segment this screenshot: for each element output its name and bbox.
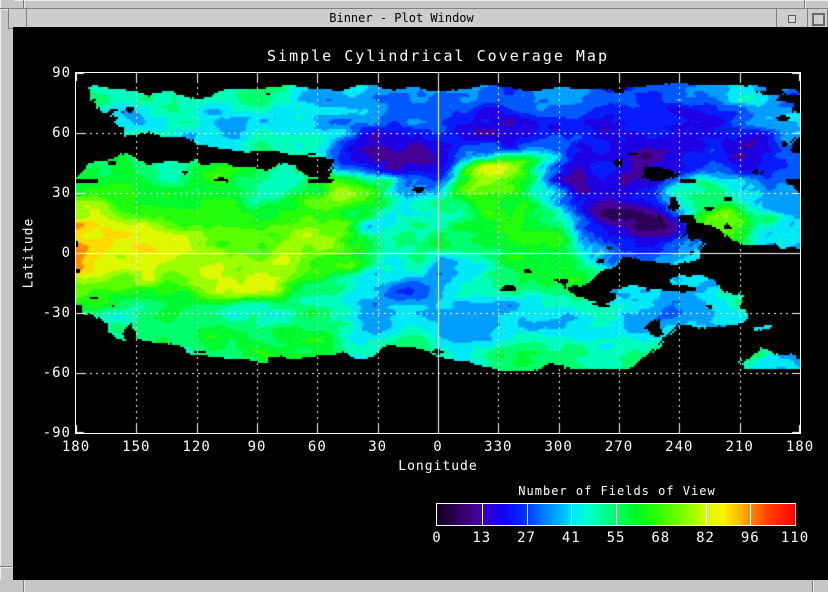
window-title: Binner - Plot Window bbox=[27, 9, 776, 28]
corner-handle-notch bbox=[812, 580, 813, 592]
colorbar-tick-label: 110 bbox=[781, 530, 809, 546]
x-tick-label: 60 bbox=[308, 439, 327, 455]
corner-handle-notch bbox=[23, 580, 24, 592]
x-tick-label: 210 bbox=[726, 439, 754, 455]
y-tick-label: 0 bbox=[25, 245, 71, 261]
window: Binner - Plot Window Simple Cylindrical … bbox=[0, 0, 828, 592]
y-tick-label: -60 bbox=[25, 365, 71, 381]
x-axis-label: Longitude bbox=[398, 459, 477, 474]
colorbar-tick-label: 27 bbox=[517, 530, 536, 546]
maximize-button[interactable] bbox=[807, 9, 827, 28]
colorbar-tick-label: 13 bbox=[472, 530, 491, 546]
window-menu-button[interactable] bbox=[9, 9, 27, 28]
colorbar-tick-label: 82 bbox=[696, 530, 715, 546]
colorbar-divider bbox=[706, 504, 707, 525]
minimize-button[interactable] bbox=[776, 9, 807, 28]
x-tick-label: 180 bbox=[62, 439, 90, 455]
title-bar[interactable]: Binner - Plot Window bbox=[8, 8, 828, 29]
x-tick-label: 240 bbox=[665, 439, 693, 455]
y-tick-label: 30 bbox=[25, 185, 71, 201]
y-tick-label: -90 bbox=[25, 425, 71, 441]
x-tick-label: 150 bbox=[122, 439, 150, 455]
plot-box bbox=[75, 72, 801, 434]
colorbar-divider bbox=[616, 504, 617, 525]
minimize-icon bbox=[788, 15, 796, 23]
y-tick-label: 60 bbox=[25, 125, 71, 141]
colorbar-title: Number of Fields of View bbox=[518, 484, 715, 498]
x-tick-label: 300 bbox=[545, 439, 573, 455]
x-tick-label: 180 bbox=[786, 439, 814, 455]
colorbar bbox=[436, 503, 796, 526]
corner-handle-notch bbox=[804, 0, 805, 8]
colorbar-tick-label: 0 bbox=[432, 530, 441, 546]
corner-handle-notch bbox=[0, 566, 13, 567]
colorbar-tick-label: 68 bbox=[651, 530, 670, 546]
x-tick-label: 270 bbox=[605, 439, 633, 455]
colorbar-gradient bbox=[437, 504, 795, 525]
colorbar-divider bbox=[661, 504, 662, 525]
corner-handle-notch bbox=[23, 0, 24, 8]
x-tick-label: 30 bbox=[368, 439, 387, 455]
x-tick-label: 330 bbox=[484, 439, 512, 455]
coverage-map-canvas bbox=[76, 73, 800, 433]
maximize-icon bbox=[812, 13, 825, 26]
x-tick-label: 0 bbox=[433, 439, 442, 455]
colorbar-divider bbox=[571, 504, 572, 525]
colorbar-tick-label: 96 bbox=[741, 530, 760, 546]
x-tick-label: 120 bbox=[183, 439, 211, 455]
y-tick-label: 90 bbox=[25, 65, 71, 81]
frame-bottom-resize[interactable] bbox=[0, 580, 828, 592]
plot-title: Simple Cylindrical Coverage Map bbox=[267, 47, 609, 65]
client-area: Simple Cylindrical Coverage Map Latitude… bbox=[13, 27, 828, 580]
colorbar-divider bbox=[482, 504, 483, 525]
x-tick-label: 90 bbox=[248, 439, 267, 455]
colorbar-divider bbox=[750, 504, 751, 525]
y-tick-label: -30 bbox=[25, 305, 71, 321]
colorbar-tick-label: 41 bbox=[562, 530, 581, 546]
frame-left-resize[interactable] bbox=[0, 0, 14, 592]
colorbar-tick-label: 55 bbox=[607, 530, 626, 546]
colorbar-divider bbox=[527, 504, 528, 525]
